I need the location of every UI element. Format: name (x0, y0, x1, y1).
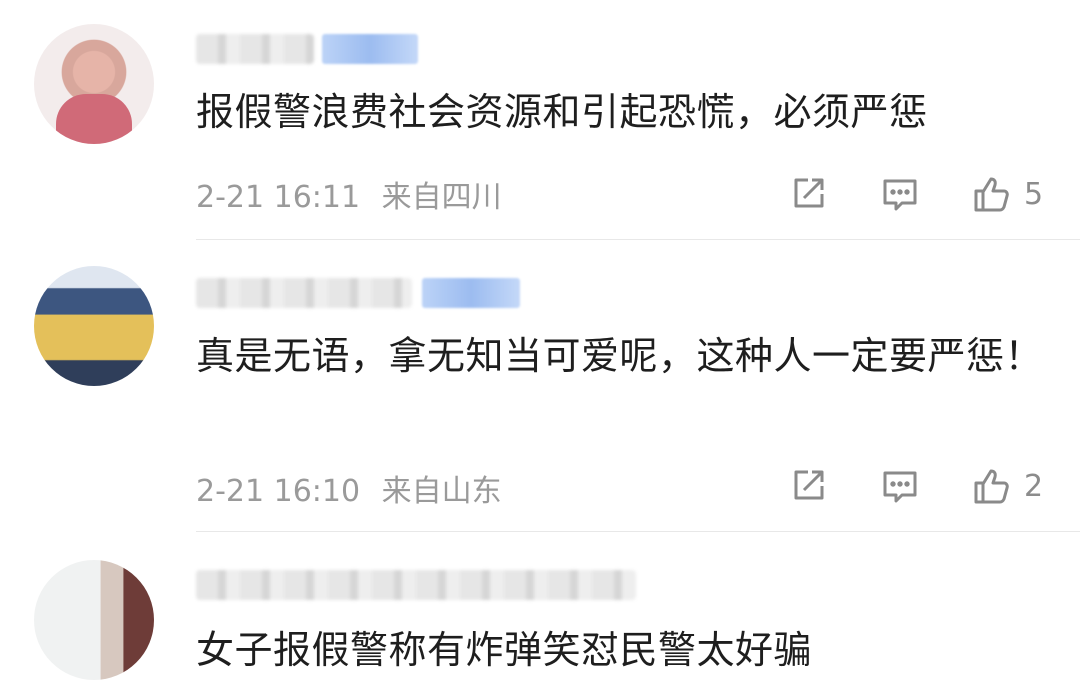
like-count: 5 (1024, 176, 1044, 212)
comment-item: 真是无语，拿无知当可爱呢，这种人一定要严惩！ 2-21 16:10 来自山东 2 (0, 240, 1080, 532)
username-blurred[interactable] (196, 570, 636, 600)
avatar[interactable] (34, 24, 154, 144)
comment-location: 来自山东 (381, 474, 502, 509)
thumbs-up-icon[interactable] (972, 466, 1012, 506)
user-badge-blurred (422, 278, 520, 308)
comment-actions: 2 (788, 466, 1044, 506)
comment-actions: 5 (788, 174, 1044, 214)
user-badge-blurred (322, 34, 418, 64)
share-icon[interactable] (788, 466, 828, 506)
comment-icon[interactable] (880, 466, 920, 506)
username-blurred[interactable] (196, 34, 314, 64)
comment-text: 报假警浪费社会资源和引起恐慌，必须严惩 (196, 90, 928, 134)
comment-time: 2-21 16:11 (196, 180, 361, 215)
share-icon[interactable] (788, 174, 828, 214)
comment-item: 女子报假警称有炸弹笑怼民警太好骗 (0, 532, 1080, 689)
thumbs-up-icon[interactable] (972, 174, 1012, 214)
comment-text: 女子报假警称有炸弹笑怼民警太好骗 (196, 628, 813, 672)
comment-text: 真是无语，拿无知当可爱呢，这种人一定要严惩！ (196, 334, 1044, 378)
like-count: 2 (1024, 468, 1044, 504)
comment-item: 报假警浪费社会资源和引起恐慌，必须严惩 2-21 16:11 来自四川 5 (0, 0, 1080, 240)
username-blurred[interactable] (196, 278, 412, 308)
comment-time: 2-21 16:10 (196, 474, 361, 509)
comment-icon[interactable] (880, 174, 920, 214)
avatar[interactable] (34, 560, 154, 680)
comment-location: 来自四川 (381, 180, 502, 215)
comment-meta: 2-21 16:11 来自四川 (196, 172, 502, 216)
comment-meta: 2-21 16:10 来自山东 (196, 466, 502, 510)
avatar[interactable] (34, 266, 154, 386)
